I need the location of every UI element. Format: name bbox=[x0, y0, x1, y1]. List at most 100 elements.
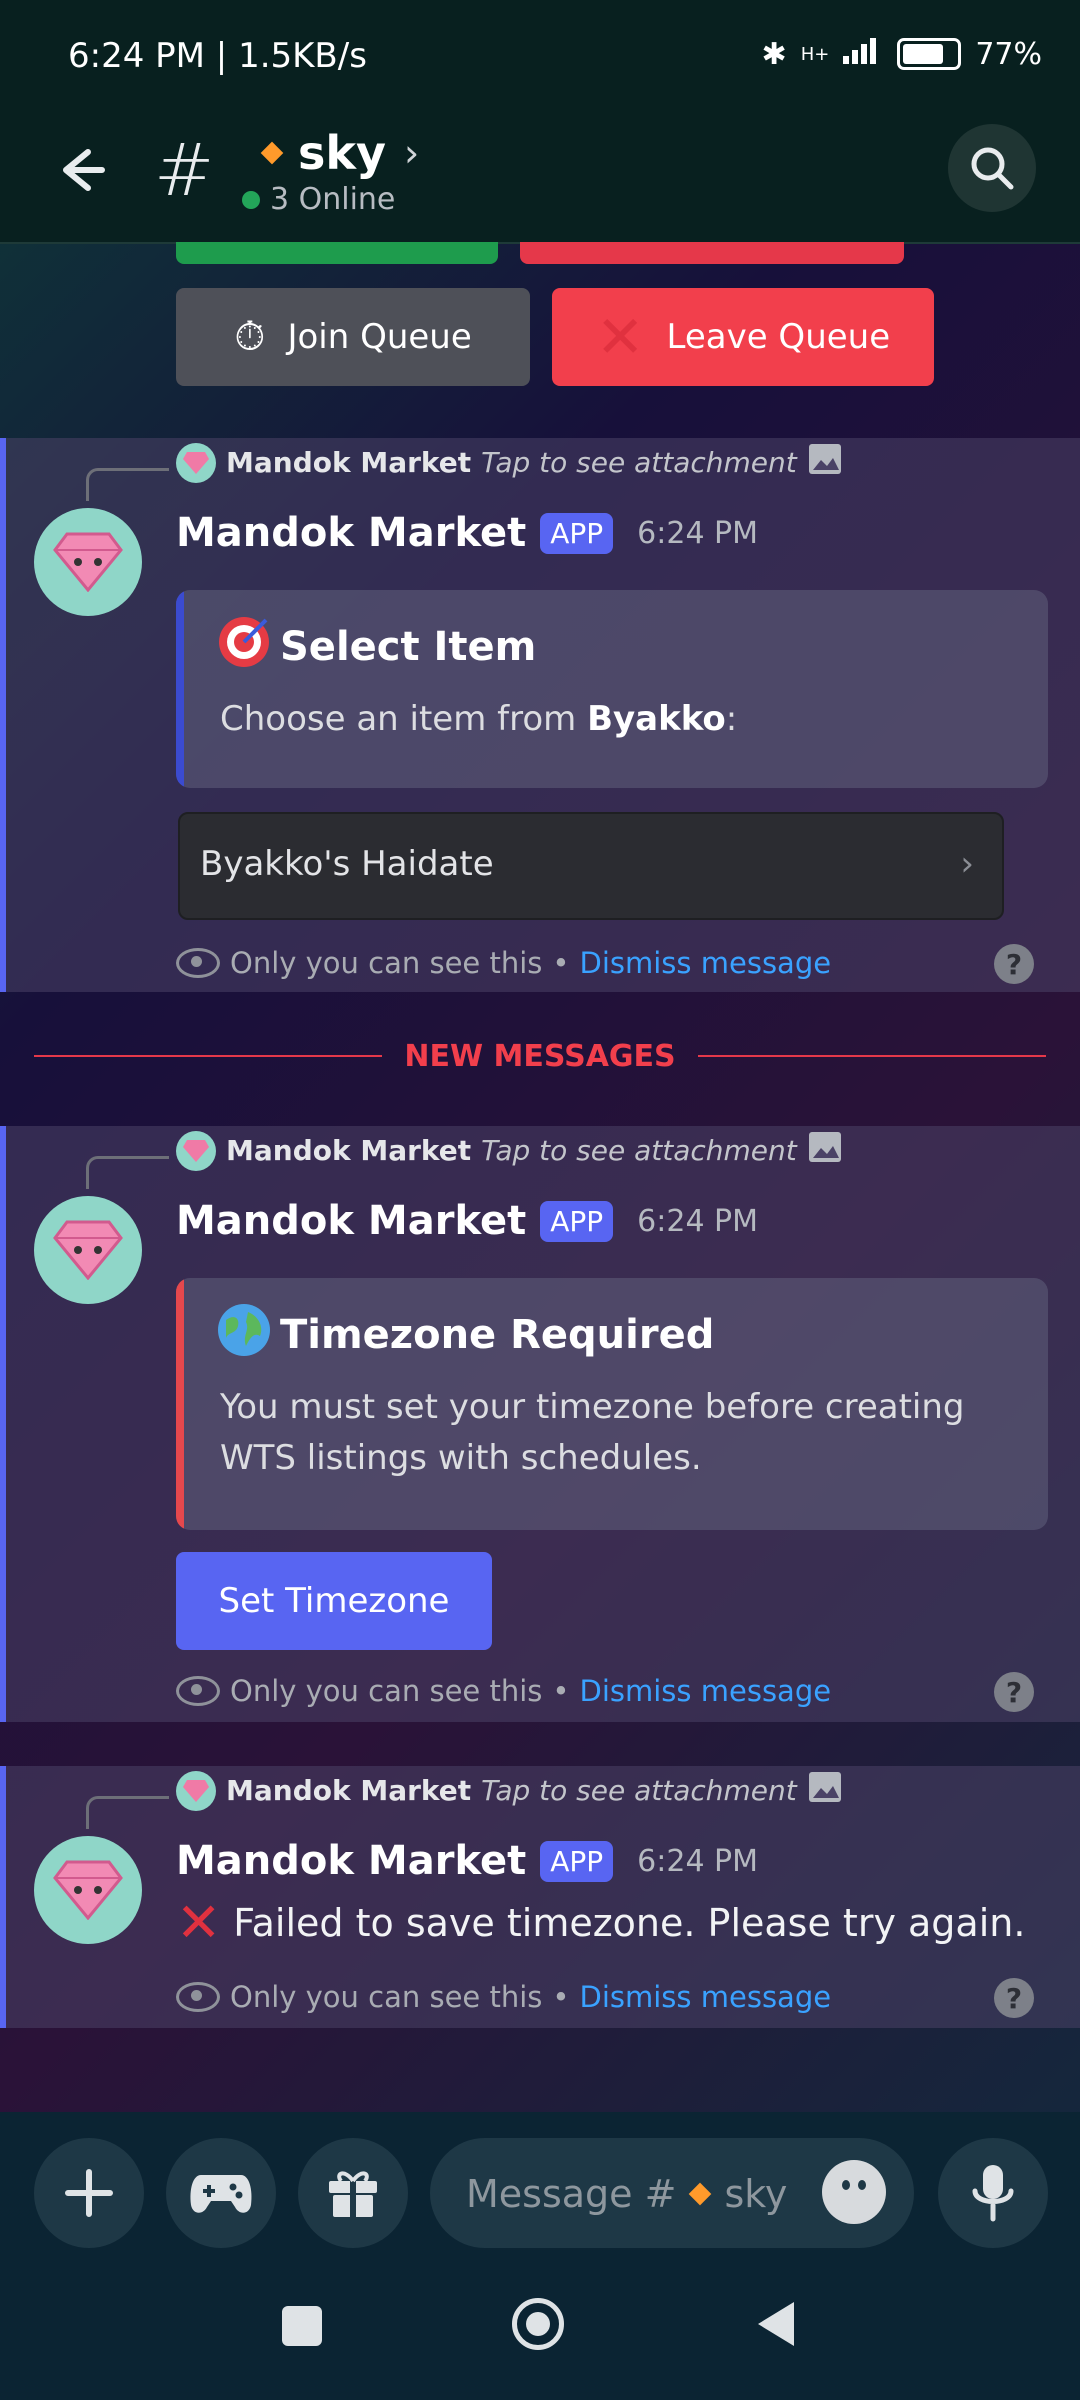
gem-icon bbox=[53, 1220, 123, 1280]
add-attachment-button[interactable] bbox=[34, 2138, 144, 2248]
ephemeral-note: Only you can see this • Dismiss message bbox=[176, 1674, 831, 1708]
dismiss-message-link[interactable]: Dismiss message bbox=[580, 1674, 832, 1708]
channel-header: # sky › 3 Online bbox=[0, 120, 1080, 244]
channel-name: sky bbox=[298, 126, 386, 180]
back-icon[interactable] bbox=[756, 2300, 796, 2352]
placeholder-prefix: Message # bbox=[466, 2172, 677, 2216]
image-icon bbox=[807, 1770, 843, 1811]
eye-icon bbox=[176, 1676, 220, 1706]
green-button-edge[interactable] bbox=[176, 242, 498, 264]
item-select-menu[interactable]: Byakko's Haidate › bbox=[178, 812, 1004, 920]
emoji-icon[interactable] bbox=[822, 2160, 886, 2224]
dismiss-message-link[interactable]: Dismiss message bbox=[580, 946, 832, 980]
author-avatar[interactable] bbox=[34, 1836, 142, 1944]
home-icon[interactable] bbox=[512, 2298, 564, 2350]
online-dot-icon bbox=[242, 190, 260, 209]
reply-author: Mandok Market bbox=[226, 1774, 472, 1807]
gem-avatar-icon bbox=[176, 442, 216, 483]
chevron-right-icon: › bbox=[403, 131, 420, 175]
online-count: 3 Online bbox=[242, 182, 395, 217]
new-messages-label: NEW MESSAGES bbox=[404, 1038, 676, 1074]
network-type: H+ bbox=[800, 43, 830, 65]
microphone-icon bbox=[972, 2165, 1014, 2222]
plus-icon bbox=[65, 2169, 113, 2217]
ephemeral-label: Only you can see this bbox=[230, 1674, 543, 1708]
reply-note: Tap to see attachment bbox=[481, 1774, 797, 1807]
reply-preview[interactable]: Mandok Market Tap to see attachment bbox=[176, 1130, 843, 1171]
embed-description: Choose an item from Byakko: bbox=[220, 694, 1008, 745]
stopwatch-icon: ⏱ bbox=[234, 314, 266, 360]
help-icon[interactable]: ? bbox=[994, 1672, 1034, 1712]
cross-mark-icon: ✕ bbox=[595, 303, 645, 371]
join-queue-button[interactable]: ⏱ Join Queue bbox=[176, 288, 530, 386]
reply-preview[interactable]: Mandok Market Tap to see attachment bbox=[176, 1770, 843, 1811]
author-name[interactable]: Mandok Market bbox=[176, 510, 526, 556]
message-placeholder: Message # sky bbox=[466, 2172, 787, 2216]
embed-desc-suffix: : bbox=[725, 699, 738, 739]
image-icon bbox=[807, 442, 843, 483]
embed-title: Select Item bbox=[280, 624, 537, 670]
author-avatar[interactable] bbox=[34, 1196, 142, 1304]
app-badge: APP bbox=[540, 1200, 614, 1242]
placeholder-channel: sky bbox=[724, 2172, 788, 2216]
select-value: Byakko's Haidate bbox=[200, 844, 494, 884]
reply-note: Tap to see attachment bbox=[481, 1134, 797, 1167]
timestamp: 6:24 PM bbox=[637, 515, 759, 551]
signal-icon bbox=[843, 36, 883, 72]
orange-diamond-icon bbox=[260, 141, 284, 165]
search-button[interactable] bbox=[948, 124, 1036, 212]
embed-card: Select Item Choose an item from Byakko: bbox=[176, 590, 1048, 788]
ephemeral-label: Only you can see this bbox=[230, 946, 543, 980]
gem-icon bbox=[53, 1860, 123, 1920]
image-icon bbox=[807, 1130, 843, 1171]
reply-preview[interactable]: Mandok Market Tap to see attachment bbox=[176, 442, 843, 483]
set-timezone-button[interactable]: Set Timezone bbox=[176, 1552, 492, 1650]
leave-queue-button[interactable]: ✕ Leave Queue bbox=[552, 288, 934, 386]
gift-button[interactable] bbox=[298, 2138, 408, 2248]
embed-card: Timezone Required You must set your time… bbox=[176, 1278, 1048, 1530]
gem-avatar-icon bbox=[176, 1770, 216, 1811]
reply-author: Mandok Market bbox=[226, 1134, 472, 1167]
message-failed-timezone: Mandok Market Tap to see attachment Mand… bbox=[0, 1766, 1080, 2028]
leave-queue-label: Leave Queue bbox=[666, 317, 891, 357]
message-timezone-required: Mandok Market Tap to see attachment Mand… bbox=[0, 1126, 1080, 1722]
embed-desc-bold: Byakko bbox=[587, 699, 726, 739]
chevron-right-icon: › bbox=[960, 844, 974, 884]
timestamp: 6:24 PM bbox=[637, 1203, 759, 1239]
status-time: 6:24 PM | 1.5KB/s bbox=[68, 36, 367, 76]
ephemeral-note: Only you can see this • Dismiss message bbox=[176, 1980, 831, 2014]
back-arrow-icon[interactable] bbox=[48, 140, 108, 200]
dismiss-message-link[interactable]: Dismiss message bbox=[580, 1980, 832, 2014]
app-badge: APP bbox=[540, 1840, 614, 1882]
gem-avatar-icon bbox=[176, 1130, 216, 1171]
search-icon bbox=[971, 147, 1014, 190]
author-avatar[interactable] bbox=[34, 508, 142, 616]
activities-button[interactable] bbox=[166, 2138, 276, 2248]
reply-author: Mandok Market bbox=[226, 446, 472, 479]
message-composer: Message # sky bbox=[0, 2112, 1080, 2254]
author-name[interactable]: Mandok Market bbox=[176, 1198, 526, 1244]
author-name[interactable]: Mandok Market bbox=[176, 1838, 526, 1884]
new-messages-divider: NEW MESSAGES bbox=[0, 992, 1080, 1120]
eye-icon bbox=[176, 1982, 220, 2012]
help-icon[interactable]: ? bbox=[994, 944, 1034, 984]
battery-icon bbox=[897, 38, 962, 70]
ephemeral-note: Only you can see this • Dismiss message bbox=[176, 946, 831, 980]
embed-description: You must set your timezone before creati… bbox=[220, 1387, 965, 1478]
voice-message-button[interactable] bbox=[938, 2138, 1048, 2248]
gift-icon bbox=[329, 2171, 377, 2217]
recents-icon[interactable] bbox=[282, 2306, 322, 2346]
join-queue-label: Join Queue bbox=[287, 317, 472, 357]
bluetooth-icon: ✱ bbox=[761, 36, 787, 72]
red-button-edge[interactable] bbox=[520, 242, 904, 264]
message-input[interactable]: Message # sky bbox=[430, 2138, 914, 2248]
ephemeral-label: Only you can see this bbox=[230, 1980, 543, 2014]
error-message: ✕ Failed to save timezone. Please try ag… bbox=[176, 1896, 1025, 1950]
target-icon bbox=[216, 614, 272, 680]
eye-icon bbox=[176, 948, 220, 978]
reply-note: Tap to see attachment bbox=[481, 446, 797, 479]
message-select-item: Mandok Market Tap to see attachment Mand… bbox=[0, 438, 1080, 992]
channel-title[interactable]: sky › bbox=[260, 126, 420, 180]
battery-level: 77% bbox=[975, 36, 1042, 72]
help-icon[interactable]: ? bbox=[994, 1978, 1034, 2018]
